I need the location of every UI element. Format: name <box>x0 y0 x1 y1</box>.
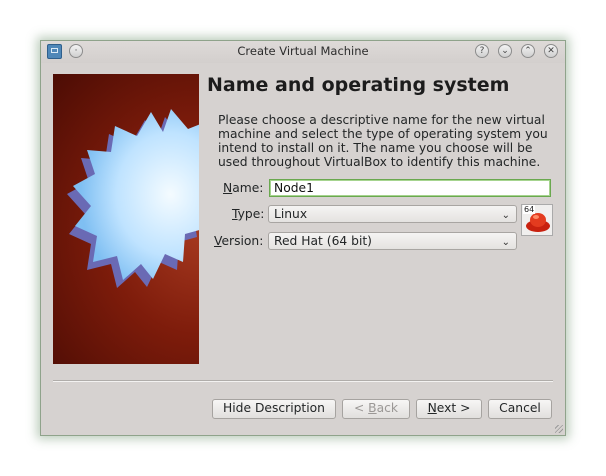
type-select-value: Linux <box>274 207 308 221</box>
name-input[interactable] <box>269 179 551 197</box>
chevron-down-icon: ⌄ <box>501 237 510 248</box>
version-select[interactable]: Red Hat (64 bit) ⌄ <box>268 232 517 250</box>
button-separator <box>53 380 553 382</box>
type-select[interactable]: Linux ⌄ <box>268 205 517 223</box>
version-label: Version: <box>214 234 264 248</box>
type-label: Type: <box>232 207 265 221</box>
cancel-button[interactable]: Cancel <box>488 399 552 419</box>
version-select-value: Red Hat (64 bit) <box>274 234 372 248</box>
chevron-down-icon: ⌄ <box>501 210 510 221</box>
back-button[interactable]: < Back <box>342 399 410 419</box>
starburst-icon <box>67 109 199 288</box>
help-button[interactable]: ? <box>475 44 489 58</box>
os-64bit-badge: 64 <box>523 205 536 214</box>
wizard-watermark-image <box>53 74 199 364</box>
maximize-button[interactable]: ⌃ <box>521 44 535 58</box>
next-button[interactable]: Next > <box>416 399 482 419</box>
os-type-icon: 64 <box>521 204 553 236</box>
name-label: Name: <box>223 181 264 195</box>
close-button[interactable]: ✕ <box>544 44 558 58</box>
hide-description-button[interactable]: Hide Description <box>212 399 336 419</box>
page-description: Please choose a descriptive name for the… <box>218 113 548 169</box>
page-title: Name and operating system <box>207 74 510 96</box>
title-bar[interactable]: · Create Virtual Machine ? ⌄ ⌃ ✕ <box>41 41 565 63</box>
resize-grip[interactable] <box>555 425 563 433</box>
minimize-button[interactable]: ⌄ <box>498 44 512 58</box>
create-vm-dialog: · Create Virtual Machine ? ⌄ ⌃ ✕ Name an… <box>40 40 566 436</box>
